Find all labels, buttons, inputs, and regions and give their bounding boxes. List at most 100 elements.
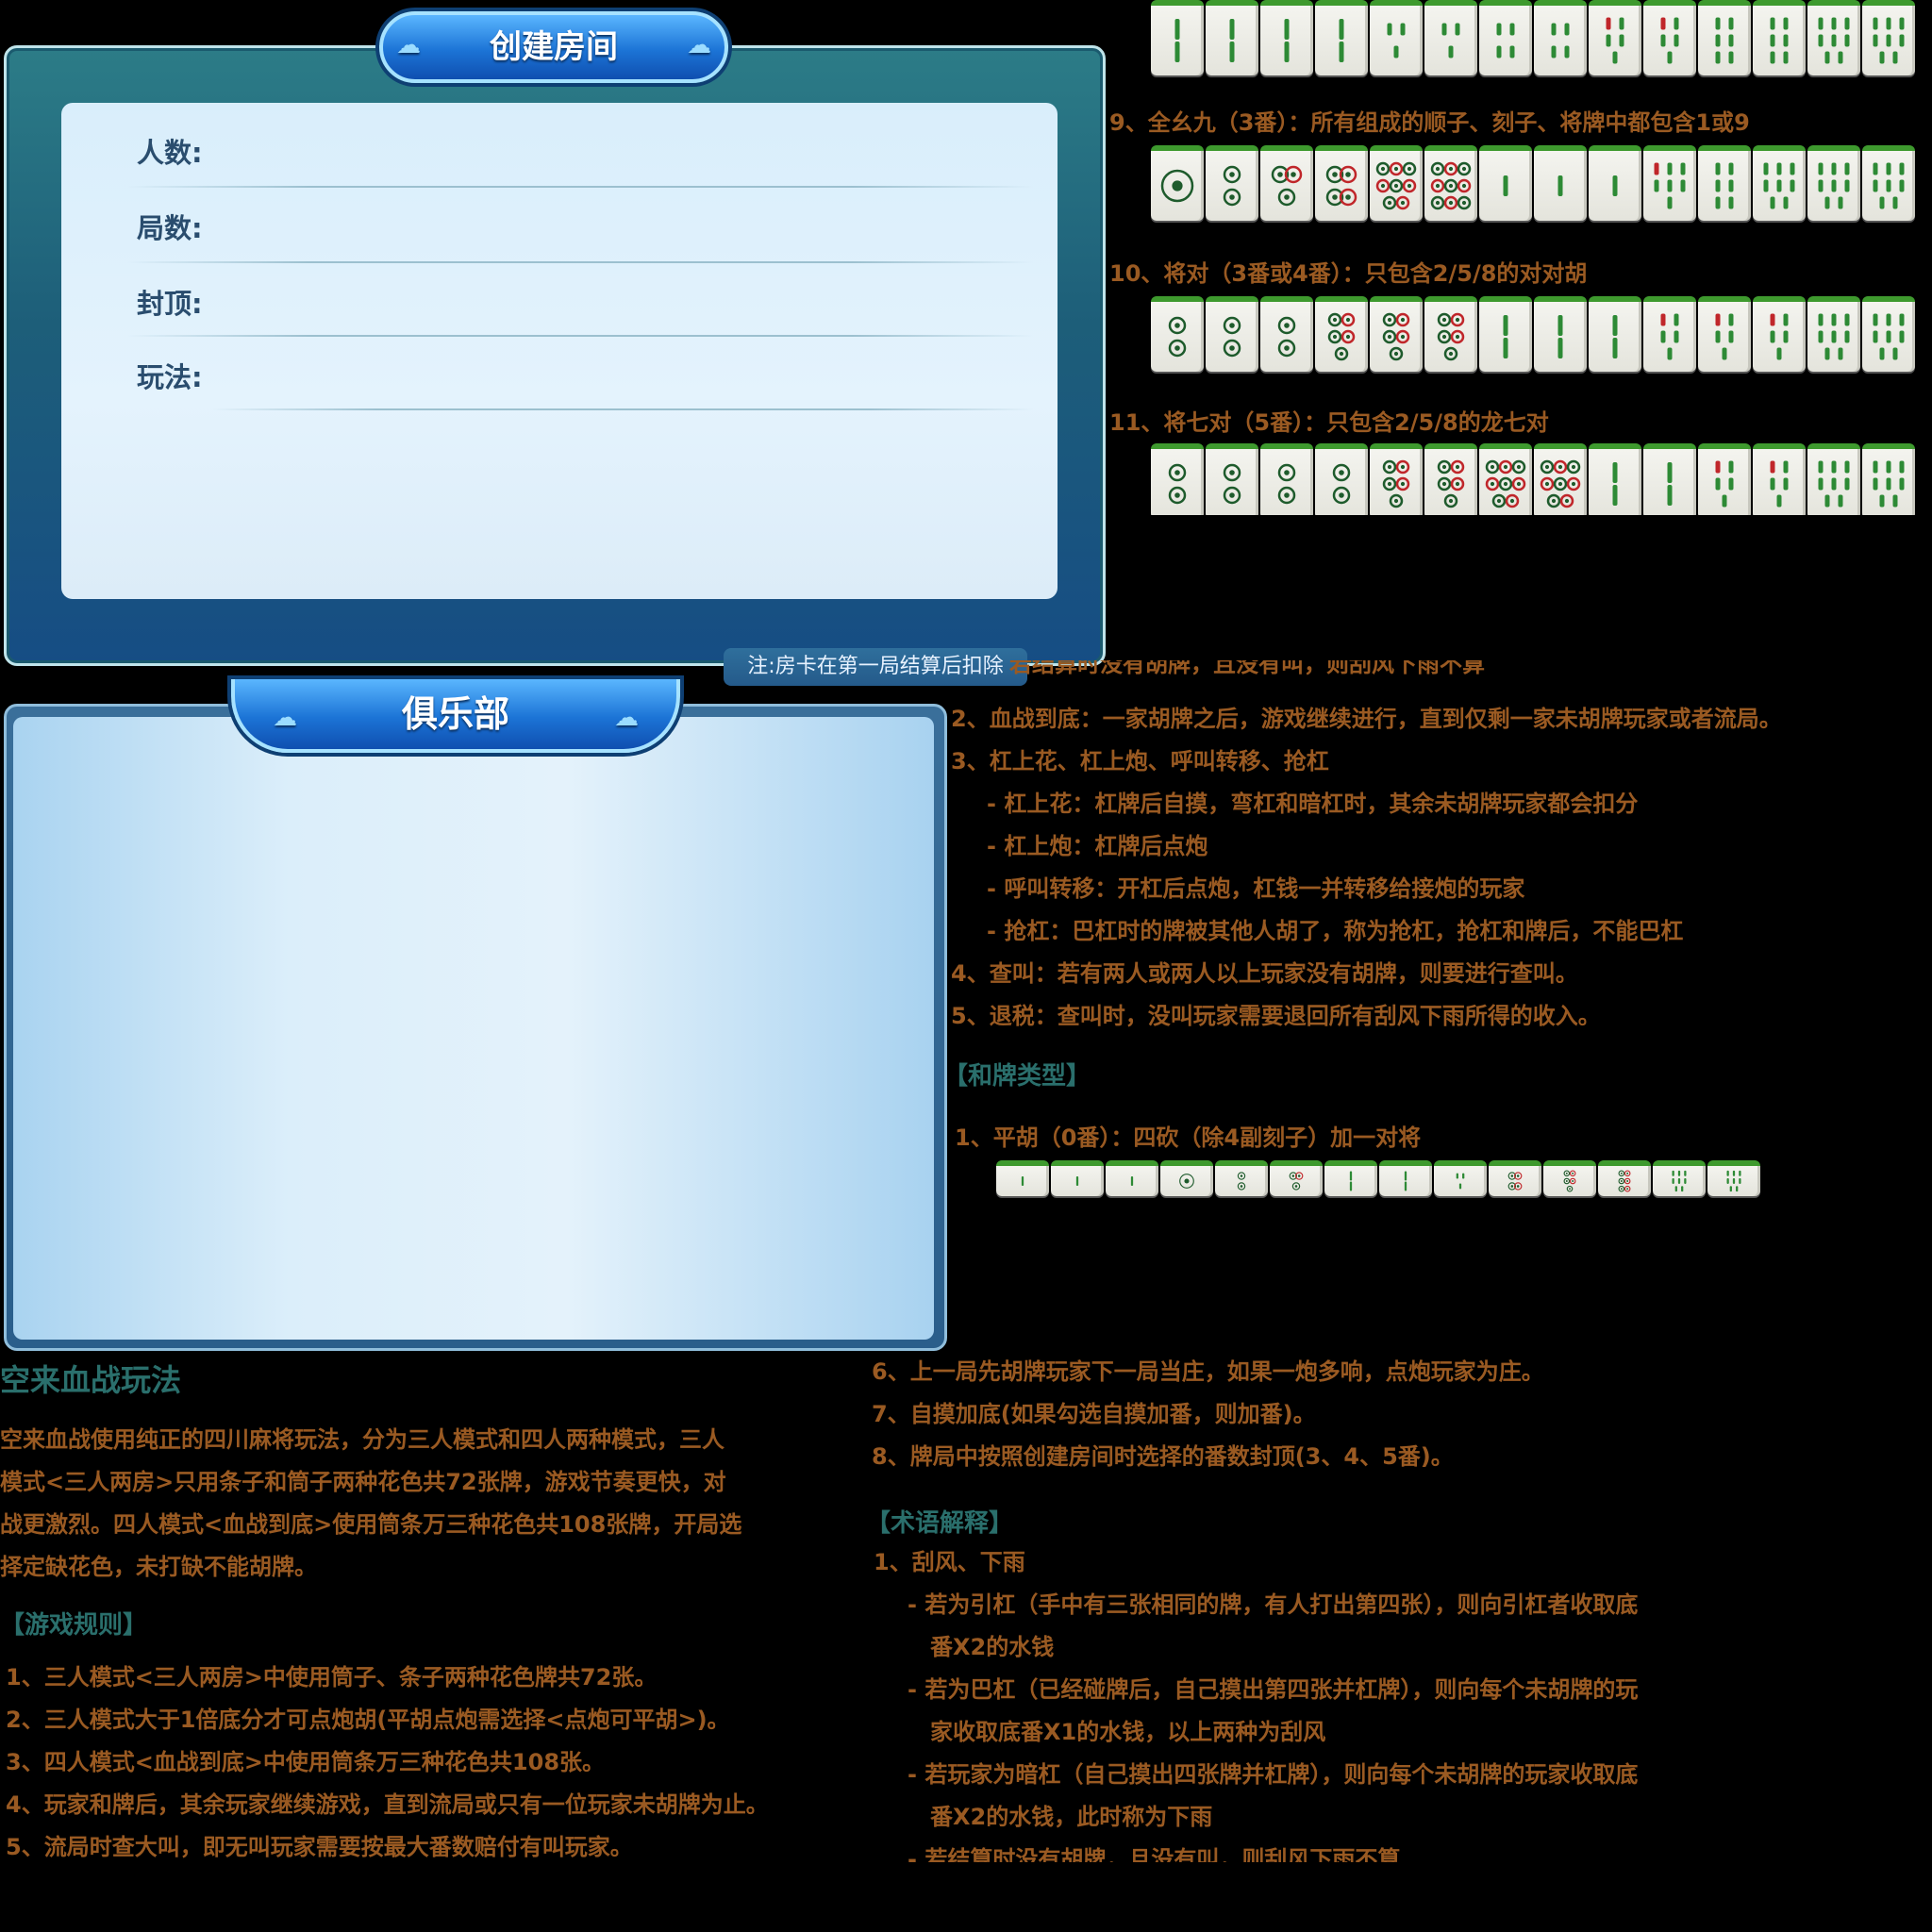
cap-label: 封顶: <box>137 288 203 320</box>
rule-line: 7、自摸加底(如果勾选自摸加番，则加番)。 <box>872 1401 1316 1427</box>
cloud-ornament-icon: ☁ <box>614 704 639 732</box>
create-room-form: 人数: 局数: 封顶: 玩法: <box>61 103 1058 599</box>
mahjong-tile <box>1753 145 1806 221</box>
mahjong-tile <box>1534 145 1587 221</box>
mahjong-tile <box>1206 0 1258 75</box>
tile-row-jiangqidui <box>1151 443 1915 515</box>
mahjong-tile <box>1598 1160 1651 1196</box>
mahjong-tile <box>1260 443 1313 515</box>
mahjong-tile <box>1270 1160 1323 1196</box>
mahjong-tile <box>1215 1160 1268 1196</box>
rule-line: - 杠上炮：杠牌后点炮 <box>987 833 1208 859</box>
term-line: - 若为引杠（手中有三张相同的牌，有人打出第四张），则向引杠者收取底 <box>908 1591 1639 1618</box>
mahjong-tile <box>1370 145 1423 221</box>
cloud-ornament-icon: ☁ <box>396 31 421 59</box>
create-room-title-text: 创建房间 <box>490 28 618 66</box>
mahjong-tile <box>1543 1160 1596 1196</box>
club-title: ☁ 俱乐部 ☁ <box>231 679 680 753</box>
mahjong-tile <box>1151 296 1204 372</box>
create-room-title: ☁ 创建房间 ☁ <box>379 11 728 83</box>
cloud-ornament-icon: ☁ <box>273 704 297 732</box>
mahjong-tile <box>1753 296 1806 372</box>
gameplay-label: 玩法: <box>137 361 203 393</box>
rule-line: 6、上一局先胡牌玩家下一局当庄，如果一炮多响，点炮玩家为庄。 <box>872 1358 1544 1385</box>
rule-line: 2、血战到底：一家胡牌之后，游戏继续进行，直到仅剩一家未胡牌玩家或者流局。 <box>951 706 1782 732</box>
mahjong-tile <box>1589 0 1641 75</box>
club-content-area <box>13 717 934 1340</box>
mahjong-tile <box>1370 443 1423 515</box>
mahjong-tile <box>1534 296 1587 372</box>
section-win-types: 【和牌类型】 <box>943 1062 1091 1091</box>
mahjong-tile <box>1807 0 1860 75</box>
mahjong-tile <box>1479 443 1532 515</box>
mahjong-tile <box>1589 296 1641 372</box>
intro-line: 战更激烈。四人模式<血战到底>使用筒条万三种花色共108张牌，开局选 <box>0 1511 742 1538</box>
rules-list-bottom: 6、上一局先胡牌玩家下一局当庄，如果一炮多响，点炮玩家为庄。 7、自摸加底(如果… <box>872 1351 1544 1478</box>
mahjong-tile <box>1698 145 1751 221</box>
mahjong-tile <box>1479 296 1532 372</box>
tile-row-quanyaojiu <box>1151 145 1915 221</box>
mahjong-tile <box>1862 296 1915 372</box>
mahjong-tile <box>1862 0 1915 75</box>
mahjong-tile <box>1106 1160 1158 1196</box>
mahjong-tile <box>1653 1160 1706 1196</box>
term-line: - 若玩家为暗杠（自己摸出四张牌并杠牌），则向每个未胡牌的玩家收取底 <box>908 1761 1639 1788</box>
mahjong-tile <box>1324 1160 1377 1196</box>
intro-line: 空来血战使用纯正的四川麻将玩法，分为三人模式和四人两种模式，三人 <box>0 1426 724 1453</box>
mahjong-tile <box>1315 296 1368 372</box>
rule-line: 3、杠上花、杠上炮、呼叫转移、抢杠 <box>951 748 1329 774</box>
create-room-panel: 人数: 局数: 封顶: 玩法: 注:房卡在第一局结算后扣除 <box>4 45 1106 686</box>
divider <box>127 186 1033 188</box>
rule-line: 3、四人模式<血战到底>中使用筒条万三种花色共108张。 <box>6 1749 606 1775</box>
mahjong-tile <box>1807 443 1860 515</box>
rounds-label: 局数: <box>137 212 203 244</box>
rule-line: - 呼叫转移：开杠后点炮，杠钱一并转移给接炮的玩家 <box>987 875 1525 902</box>
term-line: 番X2的水钱，此时称为下雨 <box>930 1804 1213 1830</box>
cloud-ornament-icon: ☁ <box>687 31 711 59</box>
mahjong-tile <box>1370 296 1423 372</box>
intro-line: 择定缺花色，未打缺不能胡牌。 <box>0 1554 317 1580</box>
mahjong-tile <box>1151 145 1204 221</box>
mahjong-tile <box>1151 0 1204 75</box>
mahjong-tile <box>1489 1160 1541 1196</box>
mahjong-tile <box>1862 145 1915 221</box>
mahjong-tile <box>1315 443 1368 515</box>
intro-paragraph: 空来血战使用纯正的四川麻将玩法，分为三人模式和四人两种模式，三人 模式<三人两房… <box>0 1419 741 1589</box>
rule-line: 4、玩家和牌后，其余玩家继续游戏，直到流局或只有一位玩家未胡牌为止。 <box>6 1791 769 1818</box>
section-terms: 【术语解释】 <box>866 1509 1014 1538</box>
mahjong-tile <box>1698 443 1751 515</box>
term-line: 番X2的水钱 <box>930 1634 1055 1660</box>
mahjong-tile <box>1479 0 1532 75</box>
mahjong-tile <box>1862 443 1915 515</box>
club-title-text: 俱乐部 <box>401 693 509 735</box>
rule-line: 8、牌局中按照创建房间时选择的番数封顶(3、4、5番)。 <box>872 1443 1454 1470</box>
mahjong-tile <box>1315 145 1368 221</box>
tile-row-pinghu <box>996 1160 1760 1196</box>
term-line: 家收取底番X1的水钱，以上两种为刮风 <box>930 1719 1326 1745</box>
mahjong-tile <box>1379 1160 1432 1196</box>
mahjong-tile <box>1589 443 1641 515</box>
rule-line: 4、查叫：若有两人或两人以上玩家没有胡牌，则要进行查叫。 <box>951 960 1578 987</box>
mahjong-tile <box>1753 0 1806 75</box>
mahjong-tile <box>1315 0 1368 75</box>
rule-line: 5、流局时查大叫，即无叫玩家需要按最大番数赔付有叫玩家。 <box>6 1834 633 1860</box>
mahjong-tile <box>1698 296 1751 372</box>
clipped-rule-line: 若结算时没有胡牌，且没有叫，则刮风下雨不算 <box>1009 660 1485 677</box>
mahjong-tile <box>1589 145 1641 221</box>
fan-type-10: 10、将对（3番或4番）：只包含2/5/8的对对胡 <box>1109 260 1588 287</box>
mahjong-tile <box>1424 296 1477 372</box>
mahjong-tile <box>1807 145 1860 221</box>
rule-line: 2、三人模式大于1倍底分才可点炮胡(平胡点炮需选择<点炮可平胡>)。 <box>6 1707 730 1733</box>
section-game-rules: 【游戏规则】 <box>0 1611 148 1640</box>
mahjong-tile <box>1643 0 1696 75</box>
tile-row-jiangdui <box>1151 296 1915 372</box>
rule-line: 5、退税：查叫时，没叫玩家需要退回所有刮风下雨所得的收入。 <box>951 1003 1601 1029</box>
mahjong-tile <box>1643 443 1696 515</box>
divider <box>127 261 1033 263</box>
mahjong-tile <box>1479 145 1532 221</box>
fan-type-9: 9、全幺九（3番）：所有组成的顺子、刻子、将牌中都包含1或9 <box>1109 109 1750 136</box>
rule-line: - 抢杠：巴杠时的牌被其他人胡了，称为抢杠，抢杠和牌后，不能巴杠 <box>987 918 1684 944</box>
rules-list-top: 2、血战到底：一家胡牌之后，游戏继续进行，直到仅剩一家未胡牌玩家或者流局。 3、… <box>951 698 1782 1038</box>
term-line: 1、刮风、下雨 <box>874 1549 1025 1575</box>
fan-type-11: 11、将七对（5番）：只包含2/5/8的龙七对 <box>1109 409 1549 436</box>
